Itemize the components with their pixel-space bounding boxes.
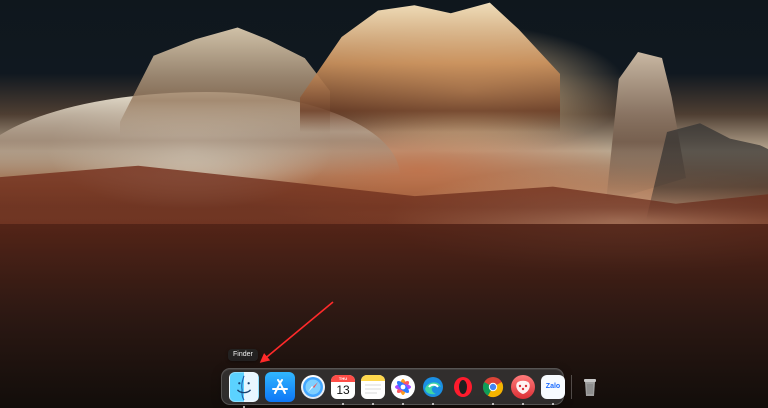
app-store-icon bbox=[265, 371, 295, 402]
mail-icon bbox=[511, 374, 535, 399]
finder-tooltip: Finder bbox=[228, 349, 258, 361]
running-indicator bbox=[522, 402, 524, 405]
desktop-wallpaper bbox=[0, 0, 768, 408]
running-indicator bbox=[342, 402, 344, 405]
edge-icon bbox=[421, 375, 445, 399]
finder-icon bbox=[229, 371, 259, 402]
dock-item-notes[interactable] bbox=[361, 374, 385, 405]
trash-icon bbox=[578, 375, 602, 399]
running-indicator bbox=[552, 402, 554, 405]
zalo-label: Zalo bbox=[545, 382, 561, 390]
dock-item-photos[interactable] bbox=[391, 374, 415, 405]
calendar-day: 13 bbox=[336, 382, 350, 397]
dock-item-edge[interactable] bbox=[421, 375, 445, 405]
running-indicator bbox=[402, 402, 404, 405]
running-indicator bbox=[372, 402, 374, 405]
calendar-month: THU bbox=[331, 374, 355, 382]
dock-item-mail[interactable] bbox=[511, 374, 535, 405]
dock-item-finder[interactable] bbox=[229, 371, 259, 408]
dock: THU 13 Zalo bbox=[221, 368, 596, 408]
dock-item-zalo[interactable]: Zalo bbox=[541, 374, 565, 405]
dock-item-opera[interactable] bbox=[451, 375, 475, 399]
safari-icon bbox=[301, 374, 325, 399]
calendar-icon: THU 13 bbox=[331, 374, 355, 399]
dock-item-chrome[interactable] bbox=[481, 375, 505, 405]
photos-icon bbox=[391, 374, 415, 399]
notes-icon bbox=[361, 374, 385, 399]
running-indicator bbox=[432, 402, 434, 405]
running-indicator bbox=[243, 405, 245, 408]
dock-divider bbox=[571, 374, 572, 399]
dock-item-calendar[interactable]: THU 13 bbox=[331, 374, 355, 405]
dock-item-safari[interactable] bbox=[301, 374, 325, 399]
dock-item-trash[interactable] bbox=[578, 375, 602, 399]
opera-icon bbox=[451, 375, 475, 399]
zalo-icon: Zalo bbox=[541, 374, 565, 399]
annotation-arrow bbox=[259, 301, 334, 363]
chrome-icon bbox=[481, 375, 505, 399]
running-indicator bbox=[492, 402, 494, 405]
dock-item-app-store[interactable] bbox=[265, 371, 295, 402]
